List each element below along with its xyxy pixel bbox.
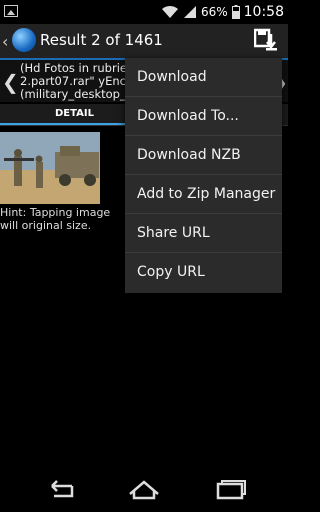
signal-icon: [183, 6, 196, 18]
globe-icon[interactable]: [12, 28, 36, 52]
menu-item-download[interactable]: Download: [125, 58, 282, 97]
preview-thumbnail[interactable]: [0, 132, 100, 204]
menu-item-add-to-zip-manager[interactable]: Add to Zip Manager: [125, 175, 282, 214]
image-icon: [4, 5, 18, 17]
menu-item-share-url[interactable]: Share URL: [125, 214, 282, 253]
battery-icon: [231, 5, 240, 19]
status-bar: 66% 10:58: [0, 0, 288, 24]
battery-percent: 66%: [200, 5, 228, 19]
back-nav-icon[interactable]: [42, 478, 76, 502]
menu-item-download-to[interactable]: Download To...: [125, 97, 282, 136]
home-nav-icon[interactable]: [127, 478, 161, 502]
tab-detail[interactable]: DETAIL: [0, 104, 144, 126]
menu-item-download-nzb[interactable]: Download NZB: [125, 136, 282, 175]
previous-result-icon[interactable]: ❮: [2, 70, 19, 94]
overflow-menu: Download Download To... Download NZB Add…: [125, 58, 282, 293]
save-download-icon[interactable]: [254, 28, 278, 52]
hint-text: Hint: Tapping image will original size.: [0, 206, 111, 232]
action-bar: ‹ Result 2 of 1461: [0, 24, 288, 60]
tab-detail-label: DETAIL: [55, 108, 95, 119]
clock: 10:58: [243, 4, 284, 20]
back-icon[interactable]: ‹: [2, 32, 8, 51]
page-title: Result 2 of 1461: [40, 31, 163, 49]
menu-item-copy-url[interactable]: Copy URL: [125, 253, 282, 292]
wifi-icon: [161, 5, 178, 18]
recent-apps-icon[interactable]: [214, 478, 248, 502]
system-nav-bar: [0, 470, 288, 512]
